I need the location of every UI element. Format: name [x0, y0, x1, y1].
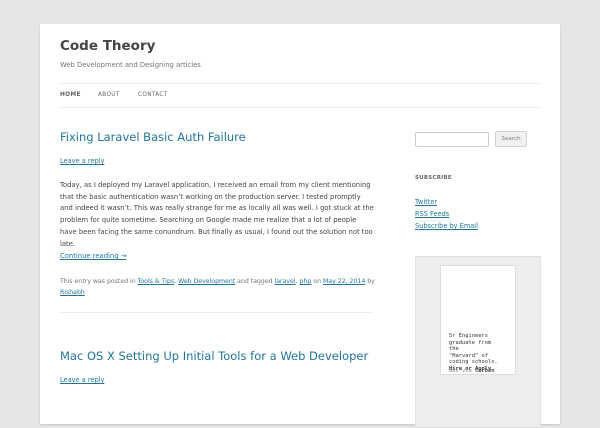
ad-line: graduate from [449, 339, 492, 346]
meta-text: This entry was posted in [60, 278, 136, 285]
search-button[interactable]: Search [495, 131, 527, 147]
ad-text: Sr Engineers graduate from the "Harvard"… [449, 333, 519, 373]
rss-feeds-link[interactable]: RSS Feeds [415, 210, 449, 218]
ad-brand-link[interactable]: Carbon [475, 368, 494, 374]
author-link[interactable]: Rishabh [60, 289, 85, 296]
meta-text: by [367, 278, 375, 285]
leave-reply-link[interactable]: Leave a reply [60, 376, 104, 384]
tag-link[interactable]: laravel [275, 278, 296, 285]
meta-text: on [313, 278, 321, 285]
page-container: Code Theory Web Development and Designin… [40, 24, 560, 428]
ad-via-text: ads via [449, 368, 472, 374]
site-description: Web Development and Designing articles [60, 61, 201, 69]
site-title[interactable]: Code Theory [60, 38, 155, 54]
meta-text: , [174, 278, 177, 285]
meta-text: , [295, 278, 298, 285]
post-divider [60, 312, 372, 313]
ad-line: "Harvard" of [449, 352, 488, 359]
ad-box[interactable]: Sr Engineers graduate from the "Harvard"… [440, 265, 516, 375]
category-link[interactable]: Web Development [178, 278, 235, 285]
subscribe-email-link[interactable]: Subscribe by Email [415, 222, 478, 230]
subscribe-heading: SUBSCRIBE [415, 175, 452, 181]
tag-link[interactable]: php [300, 278, 312, 285]
category-link[interactable]: Tools & Tips [138, 278, 174, 285]
nav-item-about[interactable]: ABOUT [98, 92, 120, 98]
ad-line: coding schools. [449, 359, 498, 366]
ad-widget: Sr Engineers graduate from the "Harvard"… [415, 256, 541, 428]
meta-text: and tagged [237, 278, 273, 285]
ad-line: the [449, 346, 459, 353]
twitter-link[interactable]: Twitter [415, 198, 437, 206]
ad-attribution: ads via Carbon [449, 368, 494, 374]
search-input[interactable] [415, 132, 489, 147]
post-title[interactable]: Fixing Laravel Basic Auth Failure [60, 130, 246, 144]
post-excerpt: Today, as I deployed my Laravel applicat… [60, 181, 374, 248]
leave-reply-link[interactable]: Leave a reply [60, 157, 104, 165]
post-title[interactable]: Mac OS X Setting Up Initial Tools for a … [60, 349, 368, 363]
ad-line: Sr Engineers [449, 333, 488, 339]
continue-reading-link[interactable]: Continue reading → [60, 252, 126, 260]
main-navigation: HOME ABOUT CONTACT [60, 83, 540, 108]
nav-item-contact[interactable]: CONTACT [138, 92, 168, 98]
post-date-link[interactable]: May 22, 2014 [323, 278, 365, 285]
nav-item-home[interactable]: HOME [60, 92, 81, 98]
post-meta: This entry was posted in Tools & Tips, W… [60, 276, 375, 298]
